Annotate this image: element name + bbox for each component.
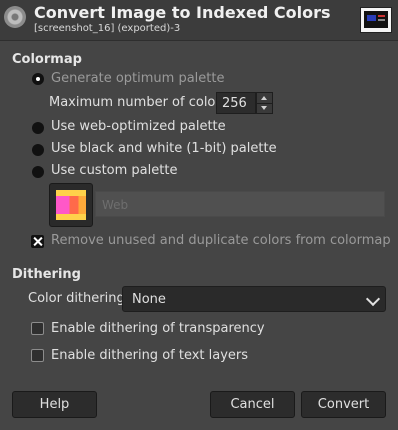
dither-transparency-label[interactable]: Enable dithering of transparency	[51, 321, 265, 336]
palette-swatch-icon	[56, 190, 86, 220]
custom-palette-name: Web	[95, 191, 385, 217]
remove-unused-checkbox[interactable]	[31, 235, 44, 248]
web-palette-radio[interactable]	[32, 122, 44, 134]
remove-unused-label[interactable]: Remove unused and duplicate colors from …	[51, 233, 391, 248]
cancel-button[interactable]: Cancel	[210, 391, 295, 418]
web-palette-label[interactable]: Use web-optimized palette	[51, 119, 226, 134]
dither-transparency-checkbox[interactable]	[31, 322, 44, 335]
bw-palette-radio[interactable]	[32, 144, 44, 156]
custom-palette-radio[interactable]	[32, 166, 44, 178]
max-colors-input[interactable]: 256	[216, 92, 256, 114]
dithering-section-title: Dithering	[12, 267, 81, 282]
image-thumbnail	[360, 7, 392, 33]
dialog-subtitle: [screenshot_16] (exported)-3	[34, 23, 181, 34]
color-dithering-select[interactable]: None	[122, 286, 386, 312]
dialog-title: Convert Image to Indexed Colors	[34, 3, 331, 22]
decrement-icon[interactable]	[257, 103, 272, 113]
bw-palette-label[interactable]: Use black and white (1-bit) palette	[51, 141, 277, 156]
dither-text-layers-label[interactable]: Enable dithering of text layers	[51, 348, 248, 363]
optimum-palette-label: Generate optimum palette	[51, 71, 225, 86]
max-colors-label: Maximum number of colors:	[49, 95, 232, 110]
dither-text-layers-checkbox[interactable]	[31, 349, 44, 362]
convert-button[interactable]: Convert	[301, 391, 386, 418]
colormap-section-title: Colormap	[12, 52, 82, 67]
palette-select-button[interactable]	[49, 183, 93, 227]
help-button[interactable]: Help	[12, 391, 97, 418]
color-dithering-value: None	[132, 292, 166, 307]
chevron-down-icon	[365, 291, 381, 307]
optimum-palette-radio[interactable]	[32, 73, 44, 85]
custom-palette-label[interactable]: Use custom palette	[51, 163, 177, 178]
gimp-wilber-icon	[4, 6, 26, 28]
max-colors-spinner[interactable]	[256, 92, 273, 114]
color-dithering-label: Color dithering:	[28, 291, 130, 306]
